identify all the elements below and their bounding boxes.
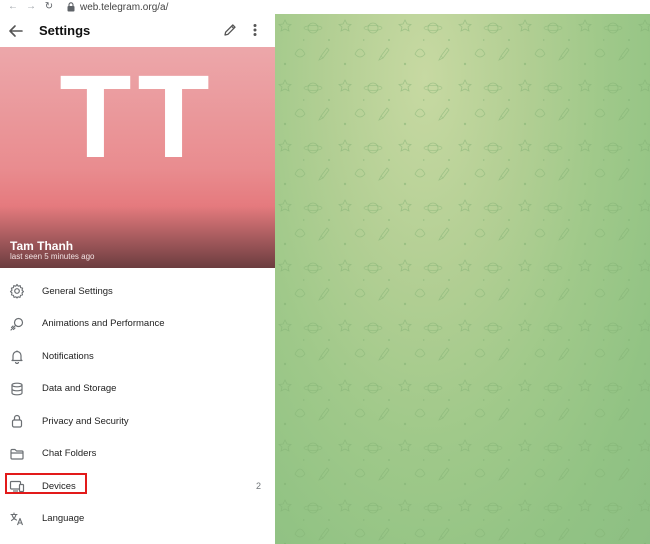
database-icon [9,381,25,397]
menu-item-label: Language [42,513,85,525]
url-text: web.telegram.org/a/ [80,1,169,13]
gear-icon [9,283,25,299]
lock-icon [9,413,25,429]
browser-forward-icon[interactable]: → [24,0,38,14]
devices-count-badge: 2 [255,481,261,492]
folder-icon [9,446,25,462]
settings-header: Settings [0,14,275,47]
highlight-box [5,473,87,494]
back-arrow-icon[interactable] [7,22,25,40]
language-icon [9,511,25,527]
menu-item-animations[interactable]: Animations and Performance [0,308,275,341]
settings-menu: General Settings Animations and Performa… [0,275,275,535]
menu-item-label: Animations and Performance [42,318,165,330]
browser-reload-icon[interactable]: ↻ [42,0,56,14]
profile-banner: TT Tam Thanh last seen 5 minutes ago [0,47,275,268]
animation-icon [9,316,25,332]
menu-item-notifications[interactable]: Notifications [0,340,275,373]
menu-item-data-storage[interactable]: Data and Storage [0,373,275,406]
menu-item-label: Chat Folders [42,448,97,460]
menu-item-label: General Settings [42,285,113,297]
page-title: Settings [39,23,91,38]
chat-background [275,14,650,544]
menu-item-general-settings[interactable]: General Settings [0,275,275,308]
menu-item-label: Notifications [42,350,94,362]
more-menu-icon[interactable] [249,22,261,38]
menu-item-label: Data and Storage [42,383,117,395]
browser-back-icon[interactable]: ← [6,0,20,14]
menu-item-chat-folders[interactable]: Chat Folders [0,438,275,471]
menu-item-privacy-security[interactable]: Privacy and Security [0,405,275,438]
lock-icon [66,2,76,13]
settings-panel: Settings TT Tam Thanh last seen 5 minute… [0,14,275,544]
profile-initials: TT [59,51,216,183]
browser-toolbar: ← → ↻ web.telegram.org/a/ [0,0,650,14]
menu-item-label: Privacy and Security [42,415,129,427]
address-bar[interactable]: web.telegram.org/a/ [66,2,168,13]
doodle-pattern [275,14,650,544]
profile-name: Tam Thanh [10,239,74,253]
profile-last-seen: last seen 5 minutes ago [10,252,95,261]
edit-pencil-icon[interactable] [222,22,238,38]
menu-item-language[interactable]: Language [0,503,275,536]
bell-icon [9,348,25,365]
